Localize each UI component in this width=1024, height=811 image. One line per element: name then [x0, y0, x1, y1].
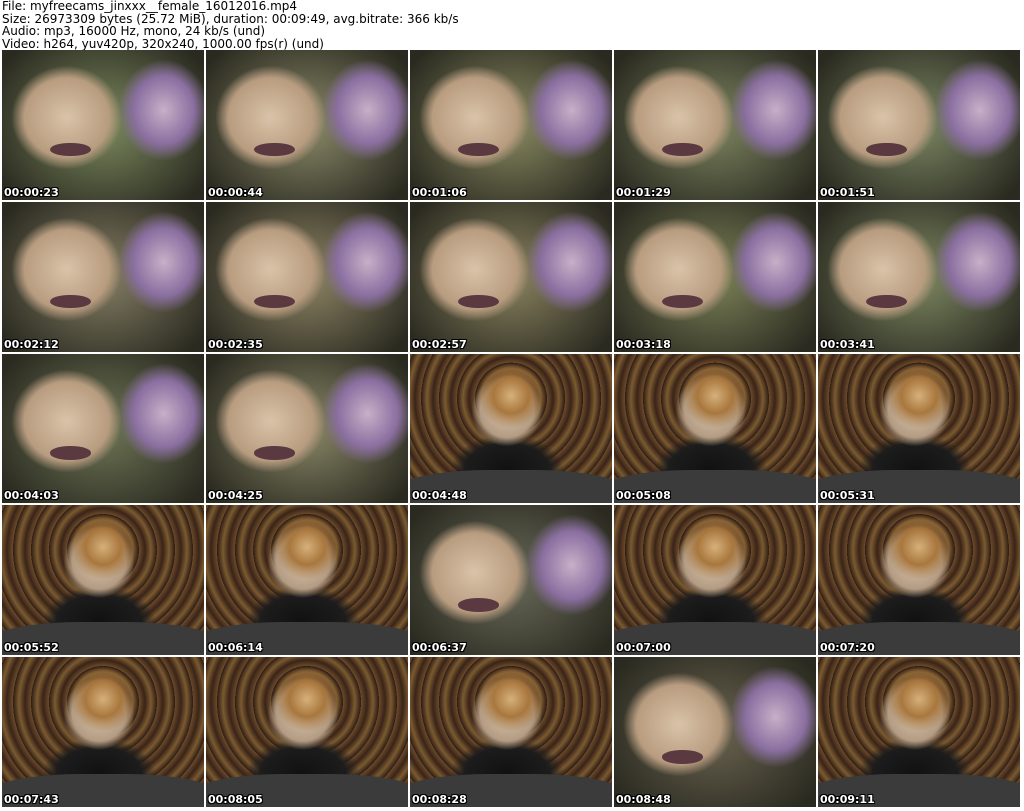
- video-frame-image: [818, 505, 1020, 656]
- timestamp-label: 00:07:00: [616, 641, 671, 655]
- video-frame-image: [614, 353, 816, 504]
- timestamp-label: 00:04:25: [208, 489, 263, 503]
- video-frame-image: [614, 50, 816, 200]
- timestamp-label: 00:08:48: [616, 792, 671, 806]
- timestamp-label: 00:03:18: [616, 337, 671, 351]
- video-frame-image: [410, 353, 612, 504]
- lips-shape: [254, 294, 295, 309]
- video-thumbnail: 00:08:28: [410, 657, 614, 809]
- video-thumbnail: 00:04:48: [410, 353, 614, 506]
- video-thumbnail: 00:00:23: [2, 50, 206, 202]
- lips-shape: [458, 142, 499, 157]
- video-thumbnail: 00:00:44: [206, 50, 410, 202]
- timestamp-label: 00:01:06: [412, 185, 467, 199]
- timestamp-label: 00:00:23: [4, 185, 59, 199]
- video-info-line: Video: h264, yuv420p, 320x240, 1000.00 f…: [2, 36, 324, 51]
- video-thumbnail: 00:07:20: [818, 505, 1022, 658]
- video-frame-image: [2, 201, 204, 352]
- lips-shape: [458, 294, 499, 309]
- video-thumbnail: 00:07:43: [2, 657, 206, 809]
- video-frame-image: [818, 353, 1020, 504]
- video-thumbnail: 00:02:12: [2, 201, 206, 354]
- lips-shape: [50, 142, 91, 157]
- video-thumbnail: 00:07:00: [614, 505, 818, 658]
- video-thumbnail: 00:03:18: [614, 201, 818, 354]
- video-thumbnail: 00:05:08: [614, 353, 818, 506]
- video-frame-image: [2, 353, 204, 504]
- timestamp-label: 00:03:41: [820, 337, 875, 351]
- video-thumbnail: 00:05:52: [2, 505, 206, 658]
- video-thumbnail: 00:08:05: [206, 657, 410, 809]
- lips-shape: [662, 294, 703, 309]
- video-thumbnail: 00:04:25: [206, 353, 410, 506]
- timestamp-label: 00:02:12: [4, 337, 59, 351]
- video-thumbnail: 00:04:03: [2, 353, 206, 506]
- timestamp-label: 00:07:43: [4, 792, 59, 806]
- lips-shape: [50, 446, 91, 460]
- video-frame-image: [818, 657, 1020, 807]
- timestamp-label: 00:05:31: [820, 489, 875, 503]
- lips-shape: [662, 750, 703, 764]
- timestamp-label: 00:06:14: [208, 641, 263, 655]
- timestamp-label: 00:09:11: [820, 792, 875, 806]
- timestamp-label: 00:07:20: [820, 641, 875, 655]
- video-frame-image: [206, 50, 408, 200]
- video-thumbnail: 00:06:14: [206, 505, 410, 658]
- video-frame-image: [818, 50, 1020, 200]
- video-frame-image: [2, 50, 204, 200]
- video-thumbnail: 00:05:31: [818, 353, 1022, 506]
- video-thumbnail: 00:08:48: [614, 657, 818, 809]
- video-frame-image: [410, 201, 612, 352]
- timestamp-label: 00:02:35: [208, 337, 263, 351]
- video-frame-image: [410, 50, 612, 200]
- video-thumbnail: 00:03:41: [818, 201, 1022, 354]
- timestamp-label: 00:02:57: [412, 337, 467, 351]
- lips-shape: [662, 142, 703, 157]
- video-thumbnail: 00:01:06: [410, 50, 614, 202]
- timestamp-label: 00:04:48: [412, 489, 467, 503]
- lips-shape: [866, 294, 907, 309]
- video-frame-image: [614, 505, 816, 656]
- video-thumbnail: 00:09:11: [818, 657, 1022, 809]
- video-thumbnail: 00:01:51: [818, 50, 1022, 202]
- timestamp-label: 00:08:05: [208, 792, 263, 806]
- thumbnail-grid: 00:00:23 00:00:44 00:01:06 00:01:29 00:01:51…: [2, 50, 1022, 809]
- video-thumbnail: 00:02:57: [410, 201, 614, 354]
- video-frame-image: [206, 505, 408, 656]
- timestamp-label: 00:04:03: [4, 489, 59, 503]
- video-thumbnail: 00:01:29: [614, 50, 818, 202]
- timestamp-label: 00:01:51: [820, 185, 875, 199]
- timestamp-label: 00:06:37: [412, 641, 467, 655]
- video-frame-image: [206, 201, 408, 352]
- audio-info-line: Audio: mp3, 16000 Hz, mono, 24 kb/s (und…: [2, 24, 266, 38]
- lips-shape: [254, 446, 295, 460]
- video-frame-image: [614, 657, 816, 807]
- lips-shape: [50, 294, 91, 309]
- video-frame-image: [410, 657, 612, 807]
- file-info-header: File: myfreecams_jinxxx__female_16012016…: [2, 0, 1022, 50]
- timestamp-label: 00:05:52: [4, 641, 59, 655]
- timestamp-label: 00:05:08: [616, 489, 671, 503]
- video-frame-image: [410, 505, 612, 656]
- lips-shape: [254, 142, 295, 157]
- video-thumbnail: 00:06:37: [410, 505, 614, 658]
- file-name-line: File: myfreecams_jinxxx__female_16012016…: [2, 0, 298, 13]
- lips-shape: [458, 598, 499, 612]
- timestamp-label: 00:00:44: [208, 185, 263, 199]
- video-frame-image: [2, 657, 204, 807]
- video-thumbnail: 00:02:35: [206, 201, 410, 354]
- timestamp-label: 00:08:28: [412, 792, 467, 806]
- video-frame-image: [206, 657, 408, 807]
- lips-shape: [866, 142, 907, 157]
- video-frame-image: [614, 201, 816, 352]
- timestamp-label: 00:01:29: [616, 185, 671, 199]
- video-frame-image: [818, 201, 1020, 352]
- video-frame-image: [206, 353, 408, 504]
- video-frame-image: [2, 505, 204, 656]
